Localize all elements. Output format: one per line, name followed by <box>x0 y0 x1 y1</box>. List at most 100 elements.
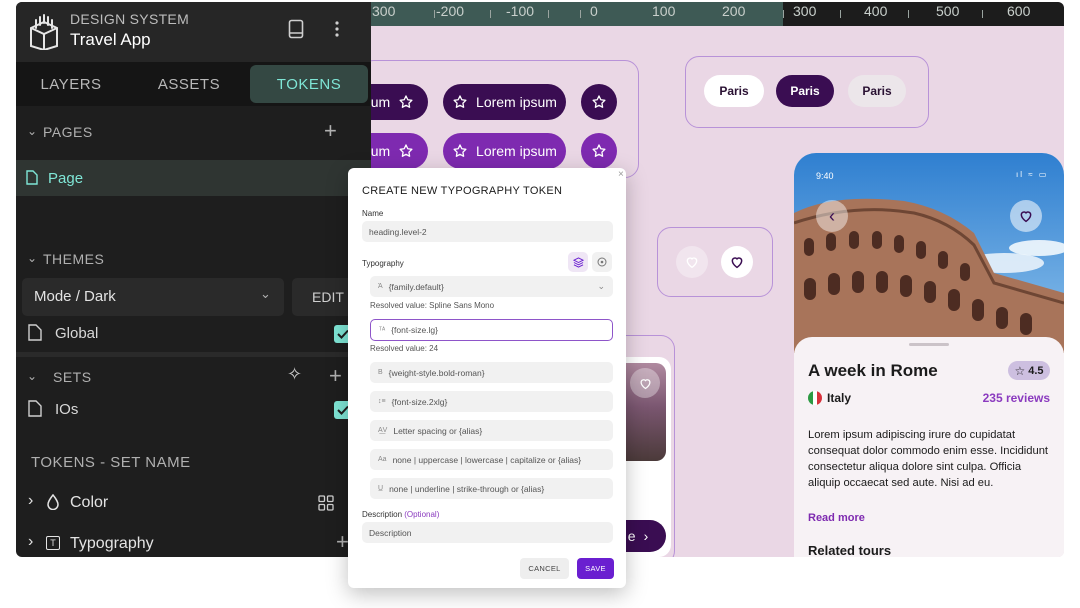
chevron-right-icon: › <box>643 528 649 544</box>
button-label: sum <box>370 143 391 159</box>
button-label: Lorem ipsum <box>476 94 557 110</box>
save-button[interactable]: SAVE <box>577 558 614 579</box>
ruler-label: -200 <box>436 3 465 19</box>
token-name-input[interactable]: heading.level-2 <box>362 221 613 242</box>
sets-section-label: SETS <box>53 369 92 385</box>
book-icon[interactable] <box>288 19 304 39</box>
tour-detail-card[interactable]: 9:40 ıl ≈ ▭ ‹ A week in Rome ☆ 4.5 Italy… <box>794 153 1064 557</box>
font-family-input[interactable]: Ά {family.default} ⌄ <box>370 276 613 297</box>
more-options-icon[interactable] <box>334 20 340 38</box>
close-icon[interactable]: × <box>618 169 624 180</box>
tab-tokens[interactable]: TOKENS <box>250 65 368 103</box>
token-group-color[interactable]: › Color <box>16 488 371 518</box>
app-logo-icon <box>30 14 58 50</box>
letter-spacing-icon: A͟V <box>378 427 388 434</box>
favorite-buttons-frame[interactable] <box>657 227 773 297</box>
description-input[interactable]: Description <box>362 522 613 543</box>
detail-mode-toggle[interactable] <box>592 252 612 272</box>
optional-hint: (Optional) <box>404 510 440 519</box>
letter-spacing-input[interactable]: A͟V Letter spacing or {alias} <box>370 420 613 441</box>
font-size-value: {font-size.lg} <box>391 325 438 335</box>
chip[interactable]: Paris <box>848 75 906 107</box>
target-icon <box>597 257 607 267</box>
cancel-button[interactable]: CANCEL <box>520 558 569 579</box>
heart-icon <box>1020 211 1032 223</box>
chevron-down-icon[interactable]: ⌄ <box>27 124 37 138</box>
grid-view-icon[interactable] <box>318 495 334 511</box>
primary-button[interactable]: Lorem ipsum <box>443 84 566 120</box>
create-typography-token-dialog: × CREATE NEW TYPOGRAPHY TOKEN Name headi… <box>348 168 626 588</box>
favorite-button-disabled[interactable] <box>676 246 708 278</box>
token-group-typography[interactable]: › T Typography + <box>16 529 371 557</box>
heart-icon <box>639 378 651 389</box>
description-label: Description (Optional) <box>362 510 439 519</box>
text-case-icon: Aa <box>378 456 387 463</box>
favorite-button[interactable] <box>630 368 660 398</box>
ruler-label: 300 <box>793 3 817 19</box>
font-weight-input[interactable]: B {weight-style.bold-roman} <box>370 362 613 383</box>
chip-selected[interactable]: Paris <box>776 75 834 107</box>
chevron-down-icon: ⌄ <box>260 286 271 301</box>
line-height-input[interactable]: ↕≡ {font-size.2xlg} <box>370 391 613 412</box>
font-weight-icon: B <box>378 369 383 376</box>
theme-set-label: Global <box>55 325 99 342</box>
sparkle-icon[interactable]: ✧ <box>287 364 302 385</box>
file-icon <box>28 400 42 417</box>
add-token-icon[interactable]: + <box>336 529 349 555</box>
tour-description: Lorem ipsum adipiscing irure do cupidata… <box>808 429 1049 489</box>
ruler-label: 100 <box>652 3 676 19</box>
primary-button-hover[interactable]: Lorem ipsum <box>443 133 566 169</box>
heart-icon <box>686 257 698 269</box>
read-more-link[interactable]: Read more <box>808 512 865 524</box>
button-partial-hover[interactable]: sum <box>370 133 428 169</box>
tab-layers[interactable]: LAYERS <box>16 62 126 106</box>
text-decoration-input[interactable]: U̲ none | underline | strike-through or … <box>370 478 613 499</box>
back-button[interactable]: ‹ <box>816 200 848 232</box>
star-icon <box>592 95 606 108</box>
icon-button-hover[interactable] <box>581 133 617 169</box>
chevron-down-icon: ⌄ <box>597 281 605 291</box>
reference-mode-toggle[interactable] <box>568 252 588 272</box>
ruler-label: 400 <box>864 3 888 19</box>
star-icon <box>453 95 467 108</box>
text-case-input[interactable]: Aa none | uppercase | lowercase | capita… <box>370 449 613 470</box>
ruler-label: -100 <box>506 3 535 19</box>
favorite-button[interactable] <box>721 246 753 278</box>
ruler-label: 300 <box>372 3 396 19</box>
token-group-label: Color <box>70 494 109 511</box>
font-size-icon: ᵀᴬ <box>379 326 386 334</box>
typography-label: Typography <box>362 259 404 268</box>
font-family-icon: Ά <box>378 283 383 290</box>
status-bar-time: 9:40 <box>816 171 834 181</box>
add-page-icon[interactable]: + <box>324 118 337 144</box>
sheet-handle[interactable] <box>909 343 949 346</box>
tour-details-sheet: A week in Rome ☆ 4.5 Italy 235 reviews L… <box>794 337 1064 557</box>
file-icon <box>26 170 38 185</box>
text-decoration-icon: U̲ <box>378 485 384 492</box>
button-partial[interactable]: sum <box>370 84 428 120</box>
page-list-item[interactable]: Page <box>16 160 371 196</box>
add-set-icon[interactable]: + <box>329 363 342 389</box>
chevron-down-icon[interactable]: ⌄ <box>27 369 37 383</box>
star-icon <box>399 95 413 108</box>
chevron-right-icon: › <box>28 492 34 509</box>
name-label: Name <box>362 209 384 218</box>
chevron-left-icon: ‹ <box>829 206 835 226</box>
project-title: Travel App <box>70 30 151 49</box>
drop-icon <box>47 494 59 510</box>
tokens-panel: DESIGN SYSTEM Travel App LAYERS ASSETS T… <box>16 2 371 557</box>
button-label: e <box>627 528 636 544</box>
token-group-label: Typography <box>70 535 154 552</box>
country-label: Italy <box>827 391 852 405</box>
dialog-title: CREATE NEW TYPOGRAPHY TOKEN <box>362 185 563 197</box>
colosseum-photo <box>794 153 1064 353</box>
theme-mode-value: Mode / Dark <box>34 288 116 305</box>
reviews-link[interactable]: 235 reviews <box>983 391 1050 405</box>
tab-assets[interactable]: ASSETS <box>134 62 244 106</box>
chevron-down-icon[interactable]: ⌄ <box>27 251 37 265</box>
font-size-input[interactable]: ᵀᴬ {font-size.lg} <box>370 319 613 341</box>
theme-mode-select[interactable]: Mode / Dark ⌄ <box>22 278 284 316</box>
icon-button[interactable] <box>581 84 617 120</box>
favorite-button[interactable] <box>1010 200 1042 232</box>
chip[interactable]: Paris <box>704 75 764 107</box>
